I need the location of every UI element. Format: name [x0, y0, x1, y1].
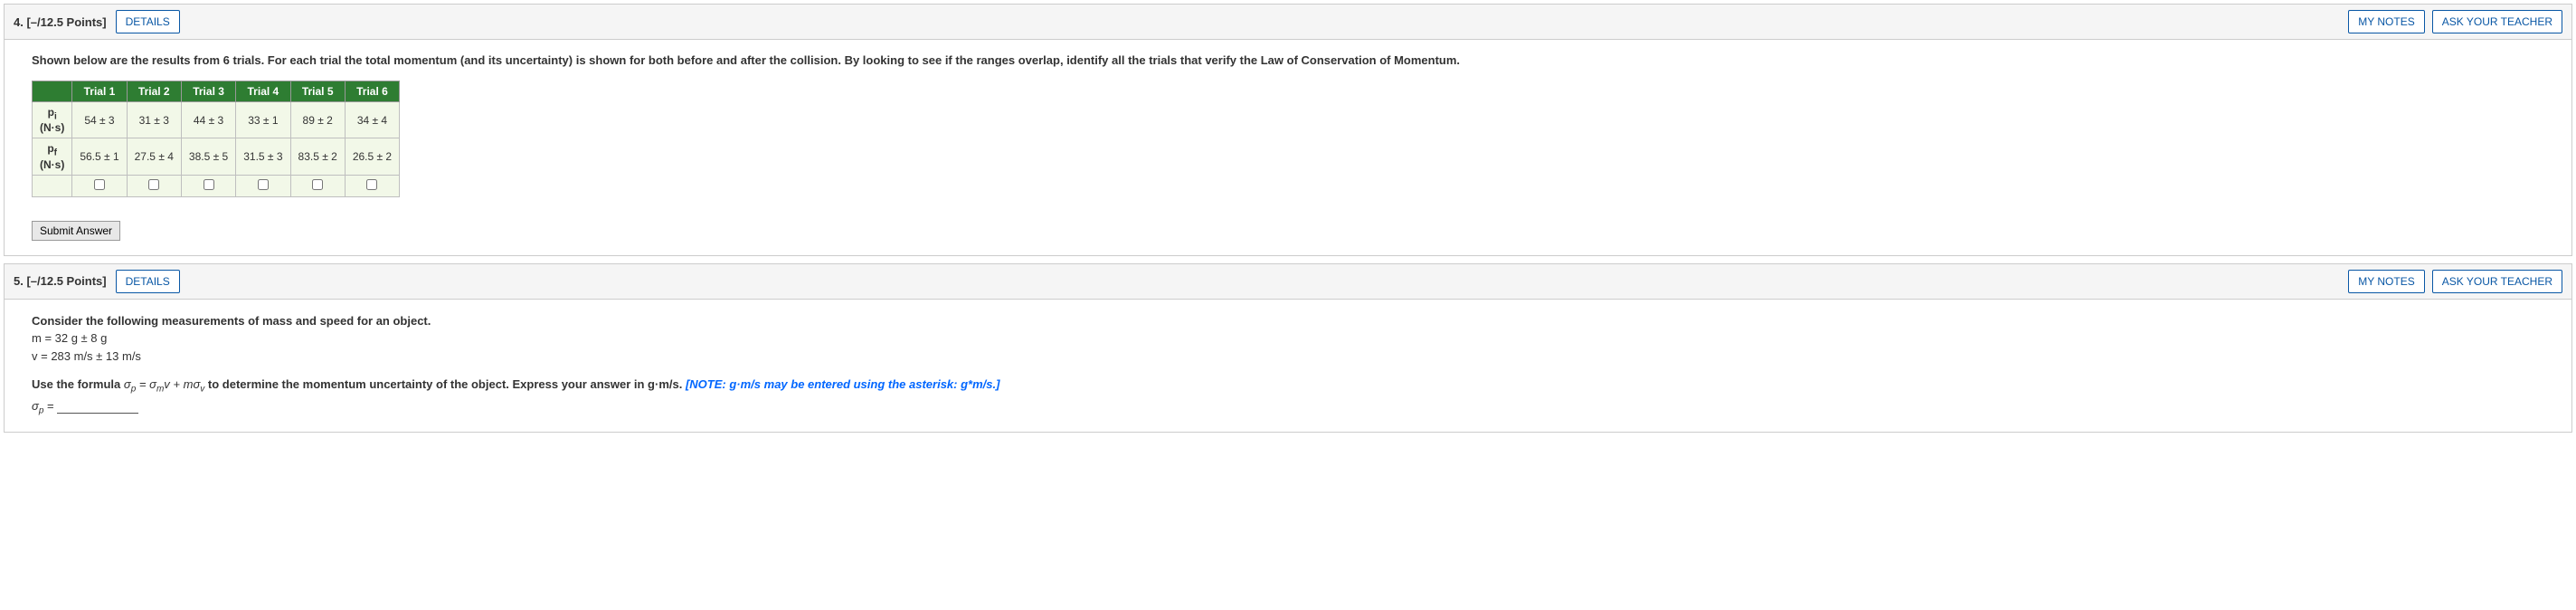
trial-4-checkbox[interactable] — [258, 179, 269, 190]
pi-value: 31 ± 3 — [127, 101, 181, 138]
my-notes-button[interactable]: MY NOTES — [2348, 10, 2424, 33]
question-5: 5. [–/12.5 Points] DETAILS MY NOTES ASK … — [4, 263, 2572, 434]
pi-label-cell: pi (N·s) — [33, 101, 72, 138]
answer-line: σp = — [32, 397, 2544, 418]
question-5-header: 5. [–/12.5 Points] DETAILS MY NOTES ASK … — [5, 264, 2571, 300]
trial-3-checkbox[interactable] — [204, 179, 214, 190]
q4-header-right: MY NOTES ASK YOUR TEACHER — [2348, 10, 2562, 33]
table-row-pf: pf (N·s) 56.5 ± 1 27.5 ± 4 38.5 ± 5 31.5… — [33, 138, 400, 175]
q5-header-left: 5. [–/12.5 Points] DETAILS — [14, 270, 180, 293]
ask-teacher-button[interactable]: ASK YOUR TEACHER — [2432, 270, 2562, 293]
velocity-measure: v = 283 m/s ± 13 m/s — [32, 348, 2544, 366]
trial-header: Trial 1 — [72, 81, 127, 101]
trial-header: Trial 4 — [236, 81, 290, 101]
trial-5-checkbox[interactable] — [312, 179, 323, 190]
q4-header-left: 4. [–/12.5 Points] DETAILS — [14, 10, 180, 33]
q5-header-right: MY NOTES ASK YOUR TEACHER — [2348, 270, 2562, 293]
q4-number: 4. [–/12.5 Points] — [14, 15, 107, 29]
pf-value: 31.5 ± 3 — [236, 138, 290, 175]
question-4: 4. [–/12.5 Points] DETAILS MY NOTES ASK … — [4, 4, 2572, 256]
trial-1-checkbox[interactable] — [94, 179, 105, 190]
trial-6-checkbox[interactable] — [366, 179, 377, 190]
pi-value: 54 ± 3 — [72, 101, 127, 138]
q4-body: Shown below are the results from 6 trial… — [5, 40, 2571, 255]
trial-header: Trial 6 — [345, 81, 399, 101]
checkbox-row — [33, 175, 400, 196]
trial-header: Trial 2 — [127, 81, 181, 101]
sigma-p-input[interactable] — [57, 399, 138, 414]
table-row-pi: pi (N·s) 54 ± 3 31 ± 3 44 ± 3 33 ± 1 89 … — [33, 101, 400, 138]
details-button[interactable]: DETAILS — [116, 10, 180, 33]
pf-value: 38.5 ± 5 — [181, 138, 235, 175]
my-notes-button[interactable]: MY NOTES — [2348, 270, 2424, 293]
pf-value: 26.5 ± 2 — [345, 138, 399, 175]
corner-cell — [33, 81, 72, 101]
pi-value: 33 ± 1 — [236, 101, 290, 138]
table-header-row: Trial 1 Trial 2 Trial 3 Trial 4 Trial 5 … — [33, 81, 400, 101]
q5-body: Consider the following measurements of m… — [5, 300, 2571, 433]
mass-measure: m = 32 g ± 8 g — [32, 329, 2544, 348]
pf-value: 83.5 ± 2 — [290, 138, 345, 175]
details-button[interactable]: DETAILS — [116, 270, 180, 293]
pi-value: 89 ± 2 — [290, 101, 345, 138]
pi-value: 44 ± 3 — [181, 101, 235, 138]
pf-label-cell: pf (N·s) — [33, 138, 72, 175]
submit-answer-button[interactable]: Submit Answer — [32, 221, 120, 241]
entry-note: [NOTE: g·m/s may be entered using the as… — [686, 377, 999, 391]
q5-intro: Consider the following measurements of m… — [32, 312, 2544, 330]
pf-value: 56.5 ± 1 — [72, 138, 127, 175]
trial-header: Trial 5 — [290, 81, 345, 101]
ask-teacher-button[interactable]: ASK YOUR TEACHER — [2432, 10, 2562, 33]
q5-number: 5. [–/12.5 Points] — [14, 274, 107, 288]
trial-2-checkbox[interactable] — [148, 179, 159, 190]
trials-table: Trial 1 Trial 2 Trial 3 Trial 4 Trial 5 … — [32, 81, 400, 197]
question-4-header: 4. [–/12.5 Points] DETAILS MY NOTES ASK … — [5, 5, 2571, 40]
q4-prompt: Shown below are the results from 6 trial… — [32, 52, 2544, 70]
pi-value: 34 ± 4 — [345, 101, 399, 138]
formula-line: Use the formula σp = σmv + mσv to determ… — [32, 376, 2544, 397]
trial-header: Trial 3 — [181, 81, 235, 101]
pf-value: 27.5 ± 4 — [127, 138, 181, 175]
